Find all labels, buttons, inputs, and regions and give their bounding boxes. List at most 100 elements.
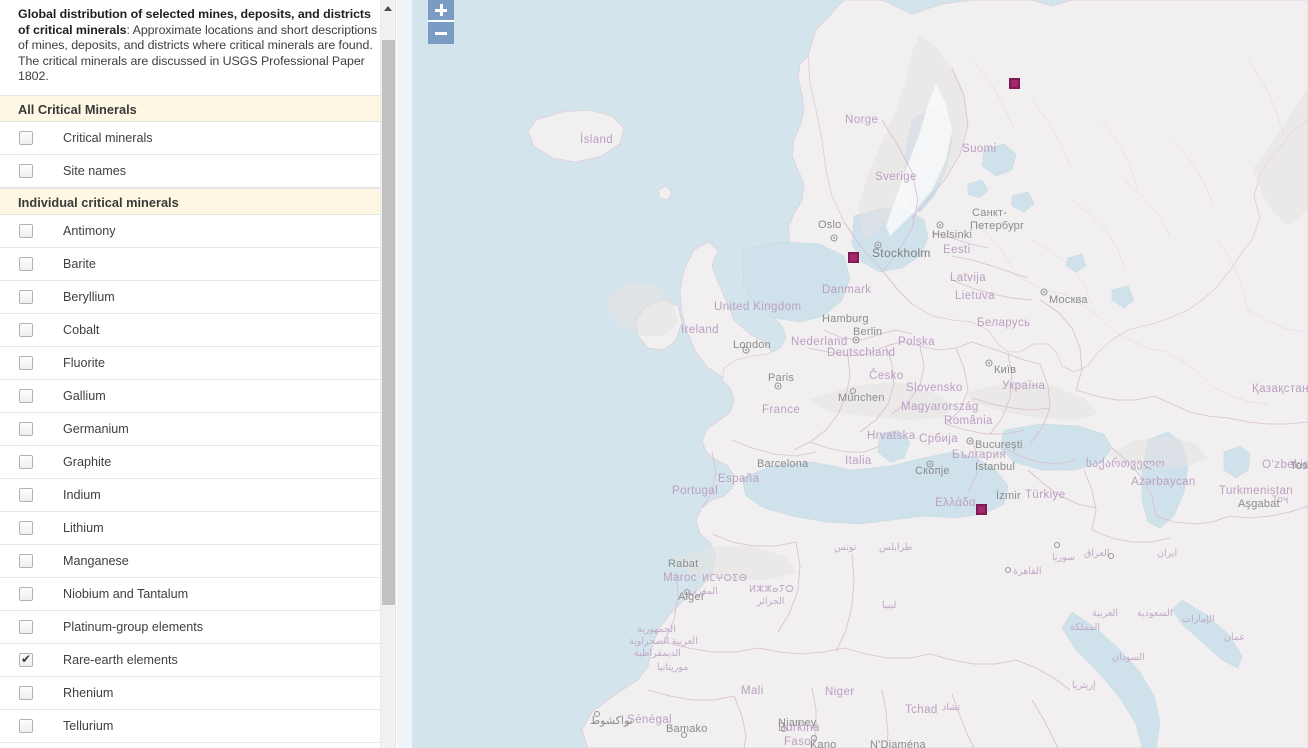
label-espana: España <box>718 473 760 485</box>
label-danmark: Danmark <box>822 284 871 296</box>
label-romania: România <box>944 415 993 427</box>
layer-row-beryllium[interactable]: Beryllium <box>0 280 395 314</box>
map-basemap[interactable]: Ísland Norge Sverige Suomi Danmark Unite… <box>412 0 1308 748</box>
layer-label-barite: Barite <box>63 256 96 271</box>
layer-label-indium: Indium <box>63 487 101 502</box>
city-dot-helsinki-center <box>939 224 941 226</box>
label-paris: Paris <box>768 372 794 384</box>
checkbox-indium[interactable] <box>19 487 33 502</box>
map-left-gutter <box>397 0 412 748</box>
marker-rare-earth-site-sweden[interactable] <box>848 252 859 263</box>
checkbox-gallium[interactable] <box>19 388 33 403</box>
marker-rare-earth-site-kola[interactable] <box>1009 78 1020 89</box>
label-sverige: Sverige <box>875 171 917 183</box>
label-kano: Kano <box>810 739 837 748</box>
zoom-in-button[interactable] <box>428 0 454 22</box>
label-iraq-arabic: العراق <box>1084 548 1109 559</box>
checkbox-cobalt[interactable] <box>19 322 33 337</box>
layer-label-lithium: Lithium <box>63 520 104 535</box>
checkbox-niobium-and-tantalum[interactable] <box>19 586 33 601</box>
label-ndjamena: N'Djaména <box>870 739 927 748</box>
layer-row-niobium-and-tantalum[interactable]: Niobium and Tantalum <box>0 577 395 611</box>
layer-label-germanium: Germanium <box>63 421 129 436</box>
sidebar-scrollbar-thumb[interactable] <box>382 40 395 605</box>
label-sankt-peterburg-1: Санкт- <box>972 207 1007 219</box>
label-belarus: Беларусь <box>977 317 1031 329</box>
label-mali: Mali <box>741 685 764 697</box>
layer-row-gallium[interactable]: Gallium <box>0 379 395 413</box>
checkbox-site-names[interactable] <box>19 163 33 178</box>
checkbox-antimony[interactable] <box>19 223 33 238</box>
layer-label-rare-earth-elements: Rare-earth elements <box>63 652 178 667</box>
label-izmir: İzmir <box>996 489 1021 502</box>
layer-label-platinum-group-elements: Platinum-group elements <box>63 619 204 634</box>
checkbox-barite[interactable] <box>19 256 33 271</box>
layer-row-platinum-group-elements[interactable]: Platinum-group elements <box>0 610 395 644</box>
checkbox-rhenium[interactable] <box>19 685 33 700</box>
map-viewport[interactable]: Ísland Norge Sverige Suomi Danmark Unite… <box>397 0 1308 748</box>
checkbox-graphite[interactable] <box>19 454 33 469</box>
layer-row-antimony[interactable]: Antimony <box>0 214 395 248</box>
layer-row-fluorite[interactable]: Fluorite <box>0 346 395 380</box>
label-cairo-arabic: القاهرة <box>1013 566 1041 577</box>
label-eritrea-arabic: إريتريا <box>1072 680 1096 691</box>
marker-rare-earth-site-turkey[interactable] <box>976 504 987 515</box>
layer-label-gallium: Gallium <box>63 388 106 403</box>
layer-label-graphite: Graphite <box>63 454 112 469</box>
checkbox-fluorite[interactable] <box>19 355 33 370</box>
layer-row-tellurium[interactable]: Tellurium <box>0 709 395 743</box>
label-maroc-tifinagh: ⵍⵎⵖⵔⵉⴱ <box>702 573 748 584</box>
label-london: London <box>733 339 771 351</box>
layer-row-graphite[interactable]: Graphite <box>0 445 395 479</box>
label-alger: Alger <box>678 591 705 603</box>
zoom-out-button[interactable] <box>428 22 454 44</box>
layer-row-critical-minerals[interactable]: Critical minerals <box>0 121 395 155</box>
label-slovensko: Slovensko <box>906 382 963 394</box>
scroll-up-arrow-icon[interactable] <box>381 0 395 17</box>
label-ireland: Ireland <box>681 324 719 336</box>
layer-row-manganese[interactable]: Manganese <box>0 544 395 578</box>
label-rabat: Rabat <box>668 558 698 570</box>
label-tripoli-arabic: طرابلس <box>879 542 913 553</box>
label-maroc: Maroc <box>663 572 697 584</box>
checkbox-lithium[interactable] <box>19 520 33 535</box>
layer-row-site-names[interactable]: Site names <box>0 154 395 188</box>
panel-description: Global distribution of selected mines, d… <box>0 0 395 95</box>
layer-row-rare-earth-elements[interactable]: Rare-earth elements <box>0 643 395 677</box>
label-toshkent: Toshk <box>1290 460 1308 472</box>
label-sahara-1: الجمهورية <box>637 624 676 635</box>
group-header-all-critical-minerals: All Critical Minerals <box>0 94 395 122</box>
checkbox-critical-minerals[interactable] <box>19 130 33 145</box>
layer-row-germanium[interactable]: Germanium <box>0 412 395 446</box>
label-cesko: Česko <box>869 369 904 382</box>
layer-label-cobalt: Cobalt <box>63 322 100 337</box>
checkbox-manganese[interactable] <box>19 553 33 568</box>
sidebar-scrollbar[interactable] <box>380 0 395 748</box>
layer-row-indium[interactable]: Indium <box>0 478 395 512</box>
checkbox-germanium[interactable] <box>19 421 33 436</box>
label-kyiv: Київ <box>994 364 1016 376</box>
city-dot-paris-center <box>777 385 779 387</box>
label-skopje: Скопје <box>915 465 950 477</box>
label-sakartvelo: საქართველო <box>1086 457 1165 470</box>
label-bucuresti: Bucureşti <box>975 439 1023 451</box>
checkbox-tellurium[interactable] <box>19 718 33 733</box>
label-hrvatska: Hrvatska <box>867 430 916 442</box>
layer-row-lithium[interactable]: Lithium <box>0 511 395 545</box>
layer-list-scroll-content: Global distribution of selected mines, d… <box>0 0 395 743</box>
checkbox-beryllium[interactable] <box>19 289 33 304</box>
layer-row-barite[interactable]: Barite <box>0 247 395 281</box>
label-helsinki: Helsinki <box>932 229 972 241</box>
label-ukraina: Україна <box>1002 380 1046 392</box>
checkbox-rare-earth-elements[interactable] <box>19 652 33 667</box>
layer-row-cobalt[interactable]: Cobalt <box>0 313 395 347</box>
label-munchen: München <box>838 392 885 404</box>
label-istanbul: Istanbul <box>975 461 1015 473</box>
checkbox-platinum-group-elements[interactable] <box>19 619 33 634</box>
label-niger: Niger <box>825 686 854 698</box>
group-header-individual-critical-minerals: Individual critical minerals <box>0 187 395 215</box>
label-ellada: Ελλάδα <box>935 497 976 509</box>
minus-icon <box>435 31 447 35</box>
label-island: Ísland <box>580 133 613 146</box>
layer-row-rhenium[interactable]: Rhenium <box>0 676 395 710</box>
